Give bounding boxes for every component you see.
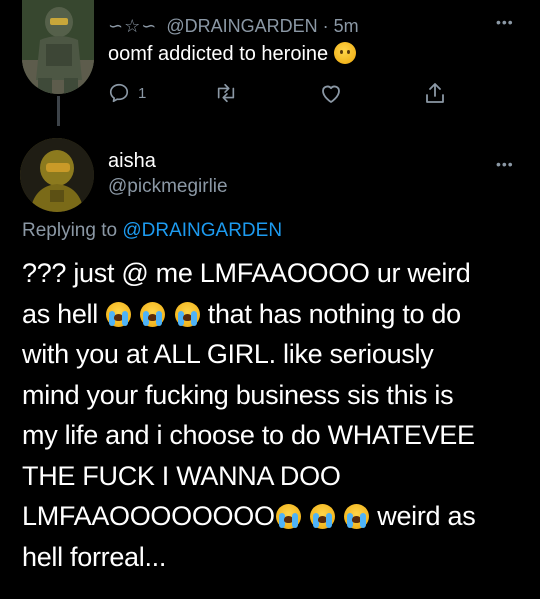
reply-display-name[interactable]: aisha <box>108 150 156 173</box>
replying-to-mention[interactable]: @DRAINGARDEN <box>122 220 282 241</box>
parent-tweet-text: oomf addicted to heroine <box>108 42 357 66</box>
reply-line-part: weird as <box>377 501 476 531</box>
reply-line: ??? just @ me LMFAAOOOO ur weird <box>22 258 471 288</box>
retweet-button[interactable] <box>214 80 238 106</box>
thread-line <box>57 96 60 126</box>
tweet-time[interactable]: 5m <box>334 16 359 36</box>
like-icon <box>322 85 340 103</box>
reply-line: mind your fucking business sis this is <box>22 379 454 410</box>
replying-to-label: Replying to <box>22 220 118 241</box>
reply-count: 1 <box>138 84 147 102</box>
share-button[interactable] <box>424 80 446 106</box>
reply-handle[interactable]: @pickmegirlie <box>108 176 228 198</box>
tweet-actions: 1 <box>108 80 448 106</box>
reply-line-part: that has nothing to do <box>207 298 461 329</box>
parent-avatar[interactable] <box>22 0 94 94</box>
reply-line: as hell that has nothing to do <box>22 294 527 335</box>
loudly-crying-face-icon <box>174 301 200 327</box>
retweet-icon <box>217 83 235 103</box>
reply-line: with you at ALL GIRL. like seriously <box>22 339 434 369</box>
reply-line: LMFAAOOOOOOOO weird as <box>22 496 527 537</box>
loudly-crying-face-icon <box>344 504 370 529</box>
like-button[interactable] <box>319 80 343 106</box>
parent-handle[interactable]: @DRAINGARDEN <box>166 16 317 36</box>
loudly-crying-face-icon <box>275 504 301 529</box>
reply-button[interactable]: 1 <box>108 80 146 106</box>
reply-line-part: as hell <box>22 298 98 329</box>
reply-icon <box>109 83 129 103</box>
worried-face-icon <box>334 42 357 64</box>
reply-more-options-icon[interactable]: ••• <box>496 156 514 172</box>
header-separator: · <box>322 16 329 36</box>
more-options-icon[interactable]: ••• <box>496 14 514 30</box>
loudly-crying-face-icon <box>309 504 335 529</box>
reply-line: THE FUCK I WANNA DOO <box>22 460 341 491</box>
share-icon <box>426 83 444 103</box>
reply-line: hell forreal... <box>22 541 167 572</box>
parent-tweet-body: oomf addicted to heroine <box>108 43 329 65</box>
reply-line: my life and i choose to do WHATEVEE <box>22 420 475 450</box>
loudly-crying-face-icon <box>106 301 132 327</box>
display-name-decoration[interactable]: ∽☆∽ <box>108 16 157 36</box>
reply-line-part: LMFAAOOOOOOOO <box>22 501 275 531</box>
replying-to: Replying to @DRAINGARDEN <box>22 220 282 242</box>
reply-tweet-text: ??? just @ me LMFAAOOOO ur weird as hell… <box>22 253 527 577</box>
parent-header: ∽☆∽ @DRAINGARDEN · 5m <box>108 16 359 37</box>
loudly-crying-face-icon <box>140 301 166 327</box>
reply-avatar[interactable] <box>20 138 94 212</box>
